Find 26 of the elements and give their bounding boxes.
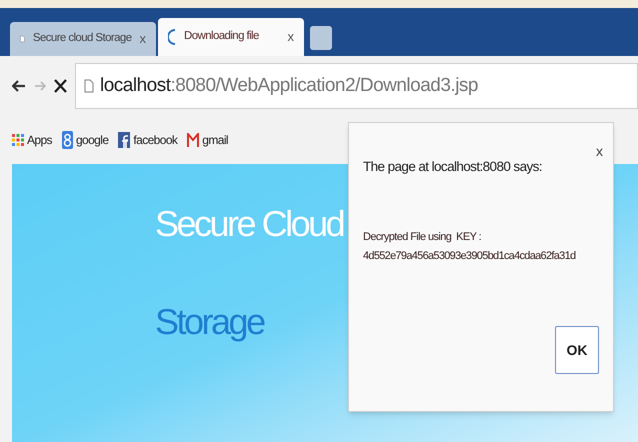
tab-title: Downloading file — [184, 29, 260, 44]
banner-heading: Secure Cloud — [155, 206, 344, 242]
back-icon[interactable] — [12, 79, 26, 93]
page-icon — [84, 79, 94, 93]
banner-heading: Storage — [155, 304, 264, 340]
bookmark-link[interactable]: gmail — [187, 131, 228, 149]
tab-close-button[interactable]: x — [288, 27, 294, 47]
decryption-key: 4d552e79a456a53093e3905bd1ca4cdaa62fa31d — [349, 248, 613, 264]
ok-button[interactable]: OK — [555, 326, 599, 374]
browser-tab[interactable]: Secure cloud Storage x — [10, 22, 156, 56]
mail-logo-icon — [187, 133, 200, 147]
bookmark-link[interactable]: google — [62, 131, 108, 149]
search-logo-icon — [62, 131, 73, 149]
address-bar[interactable]: localhost:8080/WebApplication2/Download3.jsp — [75, 63, 638, 109]
tab-title: Secure cloud Storage — [32, 31, 132, 46]
dialog-message: Decrypted File using KEY : — [362, 230, 482, 246]
dialog-title: The page at localhost:8080 says: — [363, 158, 542, 176]
bookmark-link[interactable]: Apps — [12, 131, 52, 149]
bookmark-link[interactable]: facebook — [118, 131, 178, 149]
stop-icon[interactable] — [54, 79, 67, 93]
social-logo-icon — [118, 132, 130, 148]
close-button[interactable]: x — [596, 141, 603, 161]
tab-close-button[interactable]: x — [140, 29, 146, 49]
apps-grid-icon — [12, 134, 24, 146]
browser-tab[interactable]: Downloading file x — [158, 18, 304, 56]
url-text: localhost:8080/WebApplication2/Download3.jsp — [100, 74, 478, 98]
